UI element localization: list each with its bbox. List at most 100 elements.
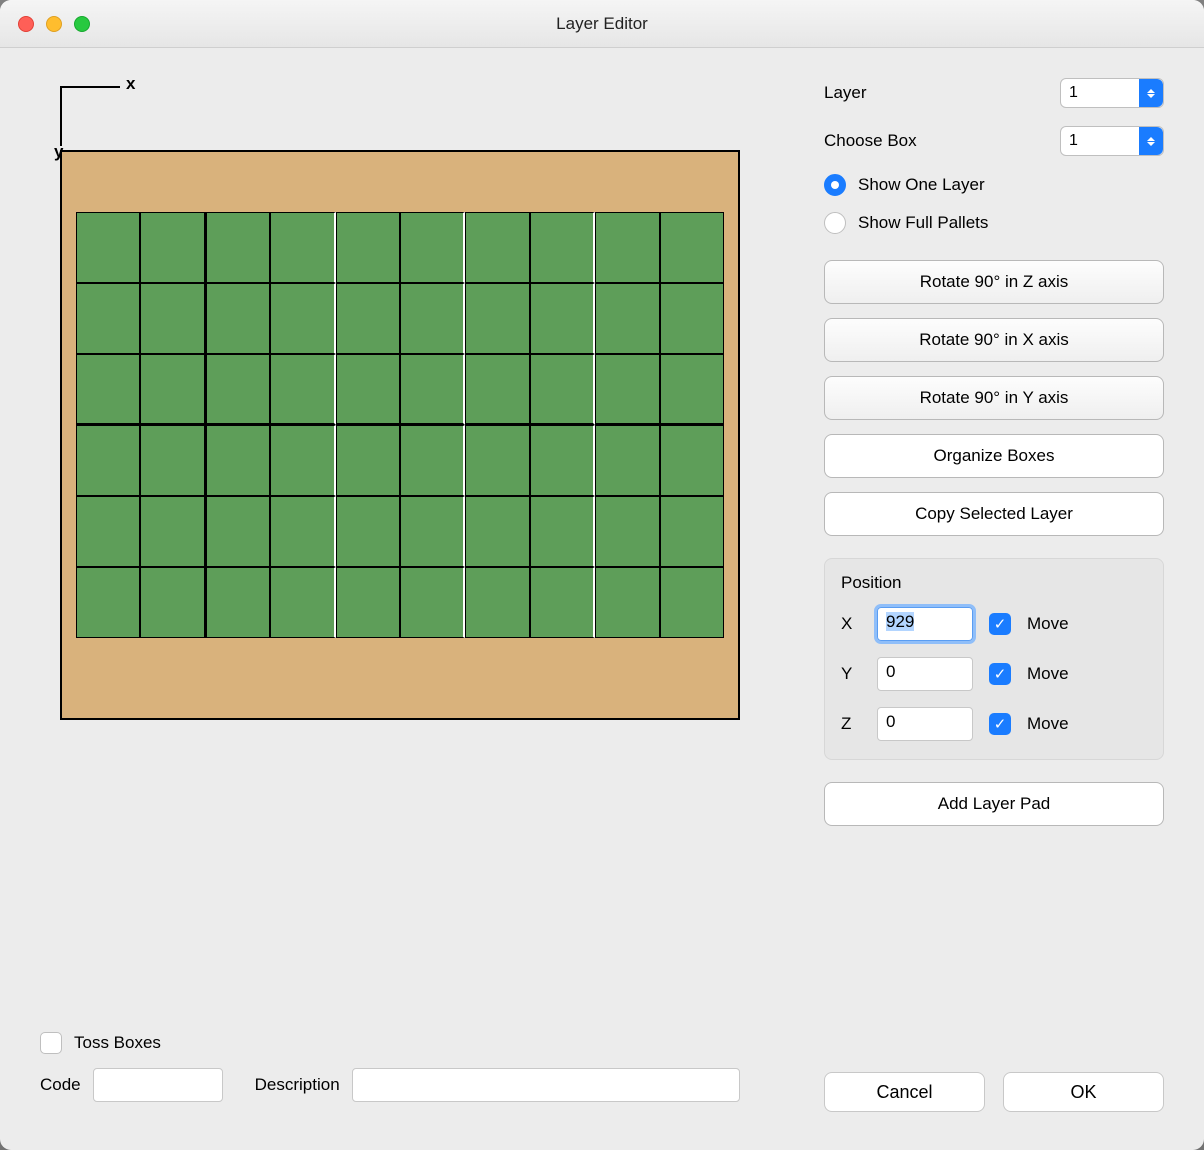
pallet-canvas[interactable]	[60, 150, 740, 720]
box-cell[interactable]	[530, 283, 595, 354]
titlebar: Layer Editor	[0, 0, 1204, 48]
pos-y-input[interactable]: 0	[877, 657, 973, 691]
box-cell[interactable]	[140, 283, 205, 354]
box-cell[interactable]	[206, 496, 270, 567]
layer-editor-window: Layer Editor x y Toss Boxes Code	[0, 0, 1204, 1150]
box-cell[interactable]	[660, 567, 724, 638]
box-cell[interactable]	[595, 496, 659, 567]
box-cell[interactable]	[530, 212, 595, 283]
box-cell[interactable]	[76, 425, 140, 496]
chevron-updown-icon	[1139, 79, 1163, 107]
box-cell[interactable]	[465, 283, 529, 354]
box-cell[interactable]	[270, 354, 335, 425]
box-cell[interactable]	[660, 354, 724, 425]
box-cell[interactable]	[270, 283, 335, 354]
box-cell[interactable]	[400, 283, 465, 354]
box-cell[interactable]	[270, 567, 335, 638]
box-cell[interactable]	[270, 212, 335, 283]
box-cell[interactable]	[76, 212, 140, 283]
box-cell[interactable]	[660, 212, 724, 283]
box-cell[interactable]	[400, 212, 465, 283]
add-layer-pad-button[interactable]: Add Layer Pad	[824, 782, 1164, 826]
show-one-layer-radio[interactable]: Show One Layer	[824, 174, 1164, 196]
box-cell[interactable]	[595, 567, 659, 638]
rotate-y-button[interactable]: Rotate 90° in Y axis	[824, 376, 1164, 420]
position-title: Position	[841, 573, 1147, 593]
box-cell[interactable]	[206, 283, 270, 354]
box-cell[interactable]	[206, 425, 270, 496]
position-panel: Position X 929 Move Y 0 Move Z 0	[824, 558, 1164, 760]
layer-select-value: 1	[1069, 84, 1078, 102]
box-cell[interactable]	[400, 425, 465, 496]
box-cell[interactable]	[530, 354, 595, 425]
box-cell[interactable]	[465, 425, 529, 496]
box-cell[interactable]	[206, 354, 270, 425]
box-cell[interactable]	[76, 354, 140, 425]
box-grid	[76, 212, 724, 638]
axis-x-label: x	[126, 74, 135, 94]
show-one-layer-label: Show One Layer	[858, 175, 985, 195]
box-cell[interactable]	[530, 425, 595, 496]
box-cell[interactable]	[465, 496, 529, 567]
pos-x-move-checkbox[interactable]	[989, 613, 1011, 635]
rotate-x-button[interactable]: Rotate 90° in X axis	[824, 318, 1164, 362]
box-cell[interactable]	[530, 567, 595, 638]
box-cell[interactable]	[206, 567, 270, 638]
box-cell[interactable]	[660, 283, 724, 354]
cancel-button[interactable]: Cancel	[824, 1072, 985, 1112]
box-cell[interactable]	[76, 567, 140, 638]
pos-y-move-label: Move	[1027, 664, 1069, 684]
box-cell[interactable]	[660, 496, 724, 567]
box-cell[interactable]	[400, 567, 465, 638]
pos-x-move-label: Move	[1027, 614, 1069, 634]
box-cell[interactable]	[465, 567, 529, 638]
show-full-pallets-radio[interactable]: Show Full Pallets	[824, 212, 1164, 234]
description-input[interactable]	[352, 1068, 740, 1102]
box-cell[interactable]	[206, 212, 270, 283]
layer-select[interactable]: 1	[1060, 78, 1164, 108]
box-cell[interactable]	[270, 425, 335, 496]
pos-z-label: Z	[841, 714, 861, 734]
box-cell[interactable]	[140, 425, 205, 496]
code-label: Code	[40, 1075, 81, 1095]
pos-x-input[interactable]: 929	[877, 607, 973, 641]
box-cell[interactable]	[336, 425, 400, 496]
pos-y-label: Y	[841, 664, 861, 684]
box-cell[interactable]	[140, 496, 205, 567]
box-cell[interactable]	[400, 496, 465, 567]
copy-selected-layer-button[interactable]: Copy Selected Layer	[824, 492, 1164, 536]
pos-z-input[interactable]: 0	[877, 707, 973, 741]
box-cell[interactable]	[270, 496, 335, 567]
rotate-z-button[interactable]: Rotate 90° in Z axis	[824, 260, 1164, 304]
box-cell[interactable]	[336, 354, 400, 425]
box-cell[interactable]	[595, 425, 659, 496]
box-cell[interactable]	[336, 496, 400, 567]
box-cell[interactable]	[76, 496, 140, 567]
pos-z-move-label: Move	[1027, 714, 1069, 734]
box-cell[interactable]	[595, 283, 659, 354]
choose-box-select-value: 1	[1069, 132, 1078, 150]
box-cell[interactable]	[400, 354, 465, 425]
box-cell[interactable]	[595, 212, 659, 283]
box-cell[interactable]	[336, 567, 400, 638]
toss-boxes-checkbox[interactable]	[40, 1032, 62, 1054]
box-cell[interactable]	[140, 567, 205, 638]
window-title: Layer Editor	[0, 14, 1204, 34]
box-cell[interactable]	[530, 496, 595, 567]
box-cell[interactable]	[140, 212, 205, 283]
box-cell[interactable]	[465, 212, 529, 283]
box-cell[interactable]	[336, 212, 400, 283]
box-cell[interactable]	[660, 425, 724, 496]
box-cell[interactable]	[140, 354, 205, 425]
pos-y-move-checkbox[interactable]	[989, 663, 1011, 685]
code-input[interactable]	[93, 1068, 223, 1102]
box-cell[interactable]	[465, 354, 529, 425]
ok-button[interactable]: OK	[1003, 1072, 1164, 1112]
box-cell[interactable]	[595, 354, 659, 425]
box-cell[interactable]	[336, 283, 400, 354]
box-cell[interactable]	[76, 283, 140, 354]
pos-x-label: X	[841, 614, 861, 634]
pos-z-move-checkbox[interactable]	[989, 713, 1011, 735]
choose-box-select[interactable]: 1	[1060, 126, 1164, 156]
organize-boxes-button[interactable]: Organize Boxes	[824, 434, 1164, 478]
